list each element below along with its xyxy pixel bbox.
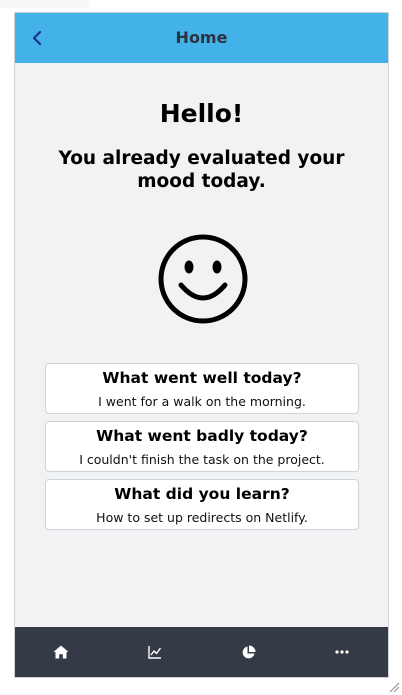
card-text: I couldn't finish the task on the projec… [79, 452, 325, 467]
tab-statistics[interactable] [125, 627, 185, 677]
pie-chart-icon [242, 645, 255, 658]
more-icon [335, 650, 349, 654]
smiley-face-icon [158, 234, 248, 324]
bottom-tab-bar [15, 627, 388, 677]
header-bar: Home [15, 13, 388, 63]
mood-status-message: You already evaluated your mood today. [58, 148, 345, 192]
chart-line-icon [148, 646, 162, 659]
page-title: Home [175, 28, 228, 47]
background-placeholder [0, 0, 90, 8]
reflection-card-went-badly[interactable]: What went badly today? I couldn't finish… [45, 421, 359, 472]
tab-reports[interactable] [218, 627, 278, 677]
card-text: I went for a walk on the morning. [98, 394, 306, 409]
card-title: What went well today? [102, 369, 302, 387]
tab-home[interactable] [31, 627, 91, 677]
tab-more[interactable] [312, 627, 372, 677]
reflection-card-learned[interactable]: What did you learn? How to set up redire… [45, 479, 359, 530]
home-icon [53, 645, 69, 659]
greeting-heading: Hello! [159, 99, 244, 128]
card-text: How to set up redirects on Netlify. [96, 510, 308, 525]
card-title: What did you learn? [114, 485, 290, 503]
reflection-card-went-well[interactable]: What went well today? I went for a walk … [45, 363, 359, 414]
app-window: Home Hello! You already evaluated your m… [14, 12, 389, 678]
card-title: What went badly today? [96, 427, 308, 445]
resize-grip-icon[interactable] [388, 681, 400, 693]
